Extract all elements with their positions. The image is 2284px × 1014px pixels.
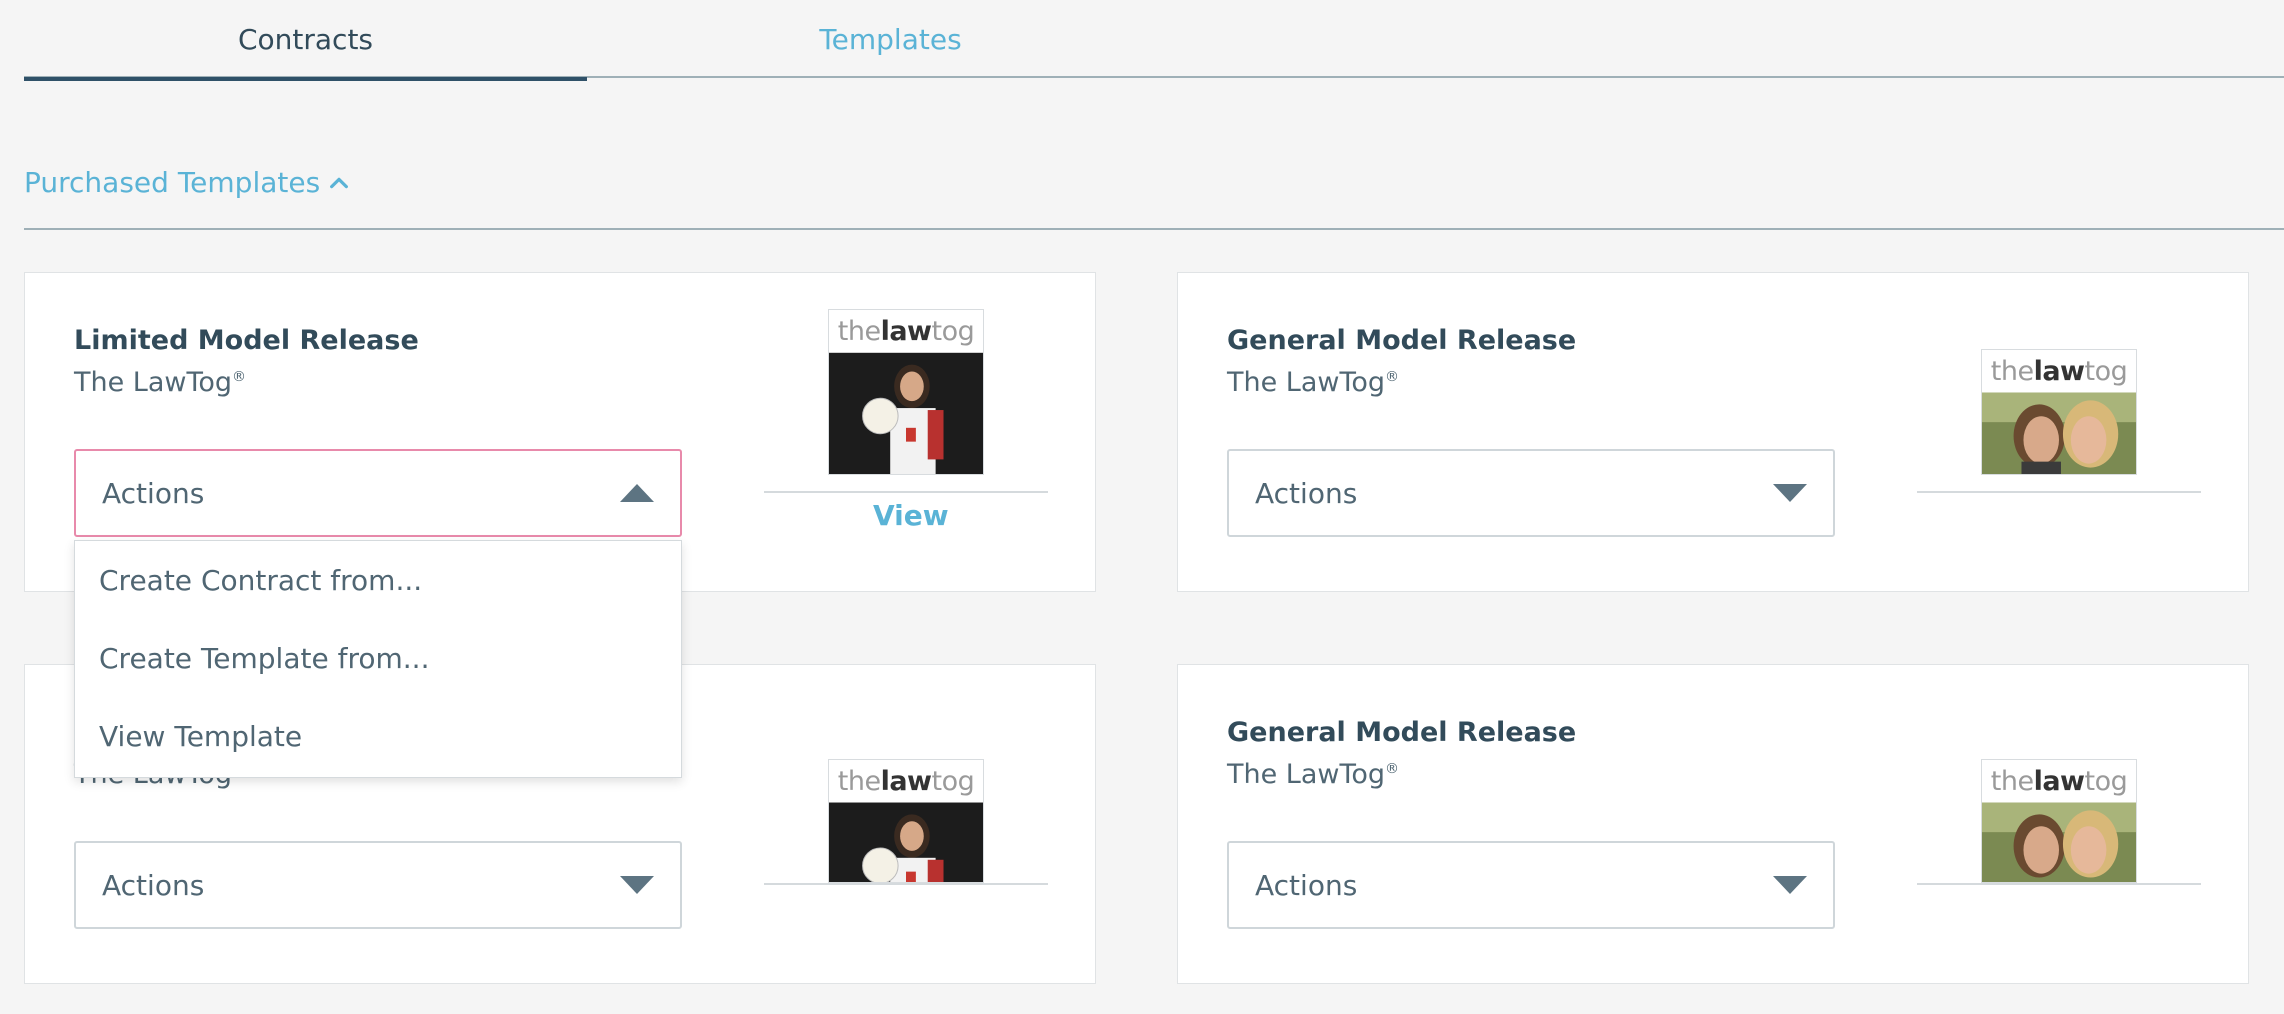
actions-menu: Create Contract from... Create Template …: [74, 540, 682, 778]
template-author: The LawTog®: [74, 367, 247, 398]
thumbnail-container: the law tog: [1917, 349, 2201, 493]
actions-label: Actions: [1255, 868, 1358, 902]
caret-up-icon: [620, 484, 654, 502]
template-thumbnail[interactable]: the law tog: [828, 759, 984, 883]
caret-down-icon: [620, 876, 654, 894]
actions-dropdown[interactable]: Actions: [1227, 449, 1835, 537]
actions-label: Actions: [102, 476, 205, 510]
caret-down-icon: [1773, 876, 1807, 894]
template-thumbnail[interactable]: the law tog: [1981, 759, 2137, 883]
template-thumbnail[interactable]: the law tog: [828, 309, 984, 475]
actions-dropdown[interactable]: Actions: [74, 449, 682, 537]
purchased-templates-toggle[interactable]: Purchased Templates: [24, 166, 350, 199]
thumbnail-container: the law tog: [764, 309, 1048, 493]
menu-item-create-template[interactable]: Create Template from...: [75, 619, 681, 697]
lawtog-logo: the law tog: [837, 765, 975, 797]
lawtog-logo: the law tog: [1990, 355, 2128, 387]
tab-contracts[interactable]: Contracts: [24, 0, 587, 81]
actions-dropdown[interactable]: Actions: [1227, 841, 1835, 929]
couple-photo: [1982, 392, 2136, 474]
registered-mark: ®: [1385, 761, 1400, 777]
template-title: General Model Release: [1227, 717, 1577, 748]
volleyball-player-photo: [829, 802, 983, 882]
registered-mark: ®: [1385, 369, 1400, 385]
lawtog-logo: the law tog: [1990, 765, 2128, 797]
actions-label: Actions: [102, 868, 205, 902]
template-title: General Model Release: [1227, 325, 1577, 356]
template-thumbnail[interactable]: the law tog: [1981, 349, 2137, 475]
template-author: The LawTog®: [1227, 759, 1400, 790]
menu-item-view-template[interactable]: View Template: [75, 697, 681, 775]
actions-dropdown[interactable]: Actions: [74, 841, 682, 929]
template-author: The LawTog®: [1227, 367, 1400, 398]
template-title: Limited Model Release: [74, 325, 419, 356]
chevron-up-icon: [330, 177, 349, 188]
section-divider: [24, 228, 2284, 230]
section-title: Purchased Templates: [24, 166, 321, 199]
registered-mark: ®: [232, 369, 247, 385]
caret-down-icon: [1773, 484, 1807, 502]
lawtog-logo: the law tog: [837, 315, 975, 347]
thumbnail-container: the law tog: [764, 759, 1048, 885]
menu-item-create-contract[interactable]: Create Contract from...: [75, 541, 681, 619]
template-card: General Model Release The LawTog® Action…: [1177, 664, 2249, 984]
thumbnail-container: the law tog: [1917, 759, 2201, 885]
view-link[interactable]: View: [873, 499, 949, 532]
tab-bar: Contracts Templates: [24, 0, 2284, 81]
tab-templates[interactable]: Templates: [609, 0, 1172, 78]
couple-photo: [1982, 802, 2136, 882]
volleyball-player-photo: [829, 352, 983, 474]
actions-label: Actions: [1255, 476, 1358, 510]
template-card: General Model Release The LawTog® Action…: [1177, 272, 2249, 592]
